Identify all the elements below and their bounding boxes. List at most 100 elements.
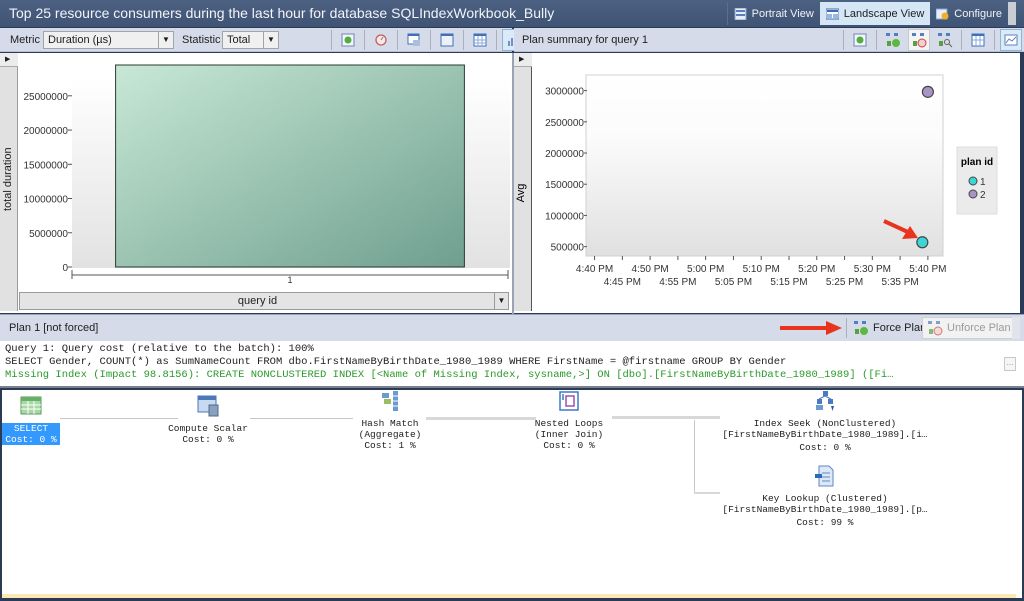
y-tick-label: 10000000 — [24, 195, 69, 206]
chevron-down-icon: ▼ — [494, 293, 508, 309]
x-tick-label: 5:15 PM — [770, 277, 807, 288]
query-text-box[interactable]: Query 1: Query cost (relative to the bat… — [0, 341, 1024, 388]
operator-cost: Cost: 0 % — [543, 440, 595, 451]
plan-status-label: Plan 1 [not forced] — [9, 322, 99, 334]
y-tick-label: 25000000 — [24, 92, 69, 103]
toolbar-grip — [1012, 317, 1020, 339]
plan-connector — [694, 492, 720, 494]
grid-detail-button[interactable] — [469, 29, 491, 51]
view-query-text-icon — [407, 33, 420, 46]
plan-operator-select[interactable]: SELECT Cost: 0 % — [2, 395, 60, 445]
y-tick-label: 2500000 — [545, 118, 584, 129]
grid-view-icon — [440, 33, 454, 47]
legend-title: plan id — [961, 157, 993, 168]
metric-value: Duration (µs) — [48, 34, 112, 46]
separator — [397, 30, 398, 50]
query-cost-line: Query 1: Query cost (relative to the bat… — [5, 343, 314, 355]
y-tick-label: 1000000 — [545, 211, 584, 222]
operator-cost: Cost: 0 % — [2, 434, 60, 445]
grid-view-icon — [971, 33, 985, 47]
y-tick-label: 500000 — [551, 243, 585, 254]
grid-view-button[interactable] — [436, 29, 458, 51]
nested-loops-icon — [559, 391, 579, 411]
portrait-view-icon — [734, 7, 747, 20]
y-tick-label: 0 — [62, 263, 68, 274]
plan-header: Plan 1 [not forced] Force Plan Unforce P… — [0, 314, 1024, 341]
separator — [876, 30, 877, 50]
unforce-plan-toolbar-button[interactable] — [908, 29, 930, 51]
force-plan-button[interactable]: Force Plan — [849, 317, 930, 339]
compute-scalar-icon — [197, 395, 219, 417]
x-tick-label: 5:10 PM — [743, 264, 780, 275]
plan-operator-compute-scalar[interactable]: Compute Scalar Cost: 0 % — [162, 395, 254, 445]
force-plan-icon — [854, 321, 868, 335]
operator-name: Nested Loops — [534, 418, 604, 429]
refresh-icon — [853, 33, 867, 47]
refresh-icon — [341, 33, 355, 47]
key-lookup-icon — [815, 465, 834, 487]
data-point-plan-1 — [916, 236, 929, 249]
hash-match-icon — [382, 391, 398, 411]
operator-name: Key Lookup (Clustered) — [762, 493, 888, 504]
x-tick-label: 4:45 PM — [604, 277, 641, 288]
separator — [364, 30, 365, 50]
select-icon — [20, 396, 42, 415]
landscape-view-button[interactable]: Landscape View — [819, 2, 931, 25]
x-tick-label: 5:20 PM — [798, 264, 835, 275]
statistic-value: Total — [227, 34, 251, 46]
plan-connector — [612, 416, 720, 419]
separator — [496, 30, 497, 50]
refresh-button[interactable] — [337, 29, 359, 51]
track-query-button[interactable] — [370, 29, 392, 51]
missing-index-line[interactable]: Missing Index (Impact 98.8156): CREATE N… — [5, 369, 1019, 382]
statistic-select[interactable]: Total ▼ — [222, 31, 279, 49]
x-tick-label: 5:40 PM — [909, 264, 946, 275]
operator-name: SELECT — [2, 423, 60, 434]
force-plan-icon — [886, 33, 900, 47]
plan-operator-nested-loops[interactable]: Nested Loops (Inner Join) Cost: 0 % — [529, 390, 609, 451]
compare-plans-button[interactable] — [934, 29, 956, 51]
execution-plan-diagram: SELECT Cost: 0 % Compute Scalar Cost: 0 … — [2, 390, 1016, 598]
y-tick-label: 5000000 — [29, 229, 68, 240]
right-toolbar-icons — [840, 29, 1024, 51]
left-toolbar: Metric Duration (µs) ▼ Statistic Total ▼ — [0, 28, 534, 52]
x-axis-label: query id — [237, 295, 278, 307]
plan-connector — [694, 420, 695, 493]
track-query-icon — [375, 34, 387, 46]
operator-name: Index Seek (NonClustered) — [753, 418, 897, 429]
x-tick-label: 5:30 PM — [854, 264, 891, 275]
y-tick-label: 1500000 — [545, 180, 584, 191]
data-point-plan-2 — [921, 85, 934, 98]
y-tick-label: 3000000 — [545, 87, 584, 98]
x-axis-select[interactable]: query id ▼ — [19, 292, 509, 310]
index-seek-icon — [816, 391, 834, 411]
x-tick-label: 4:55 PM — [659, 277, 696, 288]
operator-cost: Cost: 99 % — [796, 517, 854, 528]
separator — [846, 318, 847, 338]
plan-operator-index-seek[interactable]: Index Seek (NonClustered) [FirstNameByBi… — [720, 390, 930, 453]
y-tick-label: 2000000 — [545, 149, 584, 160]
operator-cost: Cost: 0 % — [182, 434, 234, 445]
legend-marker — [968, 189, 978, 199]
unforce-plan-icon — [928, 321, 943, 336]
configure-label: Configure — [954, 7, 1002, 20]
plan-right-edge — [1016, 390, 1022, 598]
plan-operator-key-lookup[interactable]: Key Lookup (Clustered) [FirstNameByBirth… — [720, 465, 930, 528]
expand-query-button[interactable]: ... — [1004, 357, 1016, 371]
x-tick-label: 4:50 PM — [631, 264, 668, 275]
metric-select[interactable]: Duration (µs) ▼ — [43, 31, 174, 49]
x-tick-label: 5:00 PM — [687, 264, 724, 275]
scatter-chart: Avg 500000 1000000 1500000 2000000 2500000 30… — [515, 74, 998, 288]
x-tick-label: 5:35 PM — [881, 277, 918, 288]
unforce-plan-button[interactable]: Unforce Plan — [922, 317, 1016, 339]
force-plan-toolbar-button[interactable] — [882, 29, 904, 51]
force-plan-label: Force Plan — [873, 322, 927, 334]
configure-button[interactable]: Configure — [930, 2, 1008, 25]
portrait-view-button[interactable]: Portrait View — [728, 2, 820, 25]
plan-operator-hash-match[interactable]: Hash Match (Aggregate) Cost: 1 % — [354, 390, 426, 451]
grid-view-button[interactable] — [967, 29, 989, 51]
refresh-button[interactable] — [849, 29, 871, 51]
view-query-button[interactable] — [403, 29, 425, 51]
configure-icon — [936, 8, 949, 19]
chart-view-button[interactable] — [1000, 29, 1022, 51]
